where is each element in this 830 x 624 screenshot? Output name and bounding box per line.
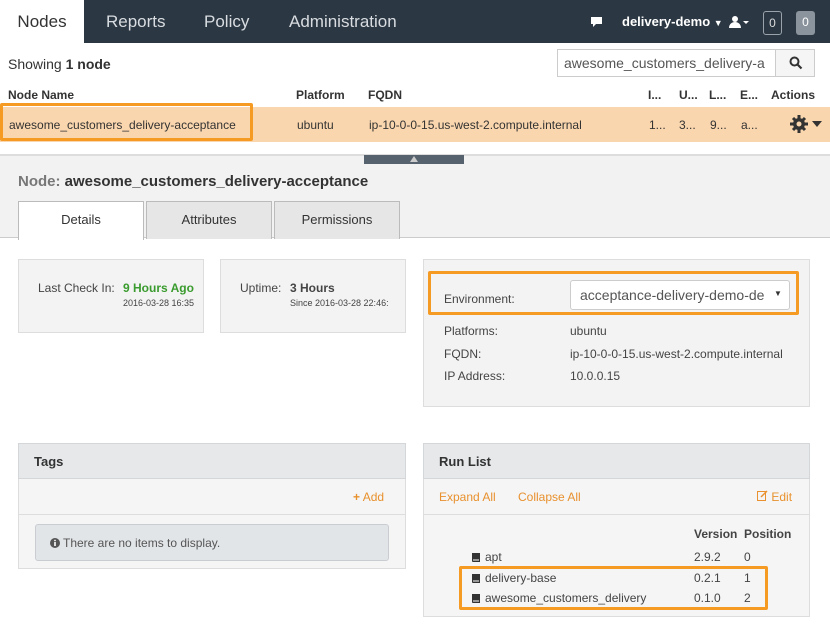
fqdn-cell: ip-10-0-0-15.us-west-2.compute.internal xyxy=(369,118,582,132)
col-u[interactable]: U... xyxy=(679,88,698,102)
cookbook-icon xyxy=(471,592,481,607)
col-i[interactable]: I... xyxy=(648,88,661,102)
runlist-item-version: 2.9.2 xyxy=(694,550,721,564)
runlist-item-position: 0 xyxy=(744,550,751,564)
cell-l: 9... xyxy=(710,118,727,132)
uptime-label: Uptime: xyxy=(240,281,282,295)
fqdn-label: FQDN: xyxy=(444,347,482,361)
platform-cell: ubuntu xyxy=(297,118,334,132)
search-button[interactable] xyxy=(775,49,815,77)
environment-label: Environment: xyxy=(444,292,515,306)
resize-handle[interactable] xyxy=(364,155,464,164)
runlist-title: Run List xyxy=(423,443,810,479)
org-name: delivery-demo xyxy=(622,14,711,29)
checkin-value: 9 Hours Ago xyxy=(123,281,194,295)
col-node-name[interactable]: Node Name xyxy=(8,88,74,102)
environment-value: acceptance-delivery-demo-de xyxy=(580,287,765,303)
search-input[interactable]: awesome_customers_delivery-a xyxy=(557,49,775,77)
platforms-value: ubuntu xyxy=(570,324,607,338)
col-position: Position xyxy=(744,527,792,541)
ip-label: IP Address: xyxy=(444,369,506,383)
org-selector[interactable]: delivery-demo ▼ xyxy=(622,0,723,43)
cookbook-icon xyxy=(471,572,481,587)
fqdn-value: ip-10-0-0-15.us-west-2.compute.internal xyxy=(570,347,783,361)
alert-counter[interactable]: 0 xyxy=(796,11,815,35)
tab-nodes[interactable]: Nodes xyxy=(0,0,84,43)
col-e[interactable]: E... xyxy=(740,88,758,102)
user-icon xyxy=(729,16,749,28)
tab-attributes[interactable]: Attributes xyxy=(146,201,272,239)
col-version: Version xyxy=(694,527,738,541)
cell-e: a... xyxy=(741,118,758,132)
chevron-down-icon: ▼ xyxy=(713,18,723,28)
checkin-date: 2016-03-28 16:35 xyxy=(123,298,195,308)
uptime-panel xyxy=(220,259,406,333)
collapse-all-link[interactable]: Collapse All xyxy=(518,490,581,504)
col-fqdn[interactable]: FQDN xyxy=(368,88,402,102)
plus-icon: + xyxy=(353,490,361,504)
runlist-item-position: 2 xyxy=(744,591,751,605)
cell-u: 3... xyxy=(679,118,696,132)
edit-runlist-button[interactable]: Edit xyxy=(757,490,792,504)
tab-policy[interactable]: Policy xyxy=(204,0,249,43)
caret-up-icon xyxy=(410,156,418,162)
col-platform[interactable]: Platform xyxy=(296,88,345,102)
chevron-down-icon: ▼ xyxy=(771,289,782,298)
page-title: Node: awesome_customers_delivery-accepta… xyxy=(18,173,369,190)
expand-all-link[interactable]: Expand All xyxy=(439,490,496,504)
divider xyxy=(423,514,810,515)
tab-reports[interactable]: Reports xyxy=(106,0,166,43)
environment-select[interactable]: acceptance-delivery-demo-de ▼ xyxy=(570,280,790,310)
notification-counter[interactable]: 0 xyxy=(763,11,782,35)
runlist-item-name[interactable]: delivery-base xyxy=(485,571,556,585)
chat-icon[interactable] xyxy=(590,16,603,31)
runlist-item-version: 0.1.0 xyxy=(694,591,721,605)
user-menu[interactable] xyxy=(729,15,751,32)
runlist-item-position: 1 xyxy=(744,571,751,585)
add-tag-button[interactable]: + Add xyxy=(353,490,384,504)
platforms-label: Platforms: xyxy=(444,324,499,338)
uptime-value: 3 Hours xyxy=(290,281,335,295)
cookbook-icon xyxy=(471,551,481,566)
node-name-cell[interactable]: awesome_customers_delivery-acceptance xyxy=(9,118,236,132)
tab-permissions[interactable]: Permissions xyxy=(274,201,400,239)
tab-administration[interactable]: Administration xyxy=(289,0,397,43)
result-count: Showing 1 node xyxy=(8,56,111,72)
gear-icon xyxy=(790,115,822,133)
edit-icon xyxy=(757,490,768,501)
runlist-item-version: 0.2.1 xyxy=(694,571,721,585)
runlist-item-name[interactable]: awesome_customers_delivery xyxy=(485,591,646,605)
ip-value: 10.0.0.15 xyxy=(570,369,621,383)
checkin-panel xyxy=(18,259,204,333)
uptime-since: Since 2016-03-28 22:46: xyxy=(290,298,389,308)
col-l[interactable]: L... xyxy=(709,88,726,102)
cell-i: 1... xyxy=(649,118,666,132)
actions-menu[interactable] xyxy=(790,115,824,136)
empty-message: There are no items to display. xyxy=(35,524,389,561)
search-icon xyxy=(789,56,803,70)
info-icon xyxy=(50,538,60,548)
tab-details[interactable]: Details xyxy=(18,201,144,240)
runlist-item-name[interactable]: apt xyxy=(485,550,502,564)
col-actions: Actions xyxy=(771,88,816,102)
divider xyxy=(18,514,406,515)
tags-title: Tags xyxy=(18,443,406,479)
checkin-label: Last Check In: xyxy=(38,281,115,295)
